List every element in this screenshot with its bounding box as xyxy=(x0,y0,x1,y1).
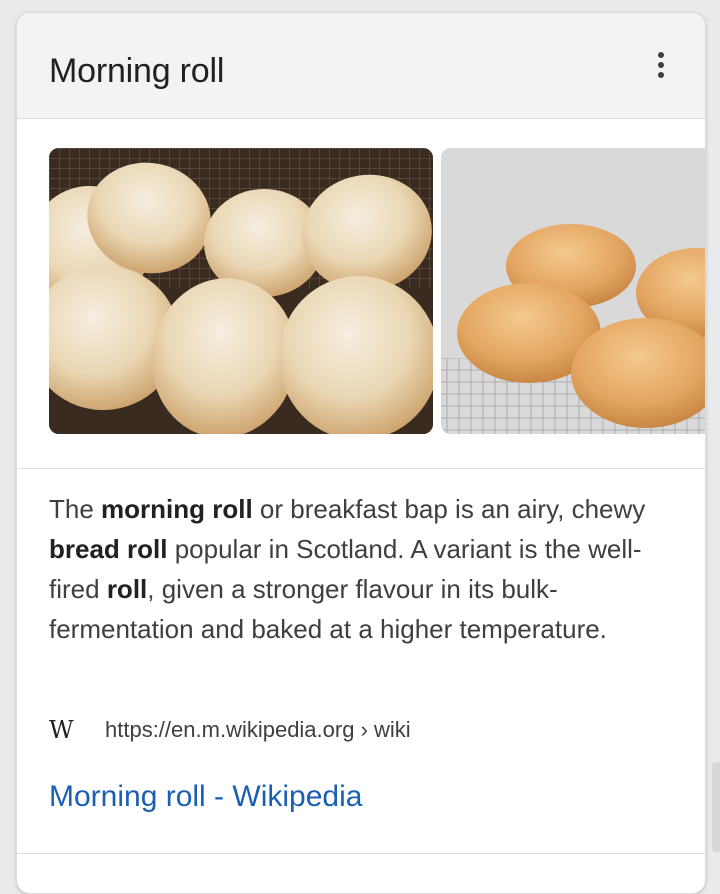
wikipedia-icon: W xyxy=(49,716,74,744)
card-header: Morning roll xyxy=(17,13,705,119)
scrollbar-hint xyxy=(712,762,720,852)
divider xyxy=(17,468,705,469)
description-bold: morning roll xyxy=(101,494,253,524)
description-bold: bread roll xyxy=(49,534,168,564)
wikipedia-link[interactable]: Morning roll - Wikipedia xyxy=(49,777,362,817)
card-title: Morning roll xyxy=(49,52,225,90)
description-bold: roll xyxy=(106,574,148,604)
image-2[interactable] xyxy=(441,148,705,434)
more-vert-icon[interactable] xyxy=(645,49,677,81)
image-1[interactable] xyxy=(49,148,433,434)
source-url[interactable]: https://en.m.wikipedia.org › wiki xyxy=(105,715,411,745)
description: The morning roll or breakfast bap is an … xyxy=(49,494,646,644)
divider xyxy=(17,853,705,854)
knowledge-panel-card: Morning roll The morning roll or breakfa… xyxy=(16,12,706,894)
